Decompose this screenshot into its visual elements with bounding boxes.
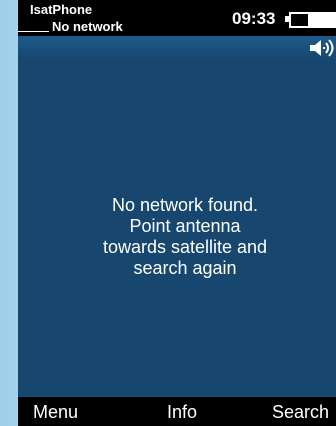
message-line: towards satellite and: [102, 237, 268, 257]
phone-ui-page: IsatPhone No network 09:33 No network fo…: [0, 0, 336, 426]
network-status: No network: [52, 19, 123, 34]
phone-screen: IsatPhone No network 09:33 No network fo…: [18, 0, 336, 426]
speaker-volume-icon: [310, 39, 334, 57]
status-bar: IsatPhone No network 09:33: [18, 0, 336, 36]
operator-name: IsatPhone: [30, 2, 93, 17]
battery-body: [289, 12, 336, 28]
battery-fill: [308, 14, 336, 26]
message-line: Point antenna: [129, 216, 241, 236]
message-line: search again: [133, 258, 237, 278]
menu-softkey[interactable]: Menu: [33, 401, 78, 423]
battery-icon: [285, 12, 336, 28]
softkey-bar: Menu Info Search: [18, 397, 336, 426]
no-network-message: No network found. Point antenna towards …: [50, 195, 320, 279]
info-softkey[interactable]: Info: [167, 401, 197, 423]
clock: 09:33: [232, 9, 276, 28]
search-softkey[interactable]: Search: [272, 401, 329, 423]
screen-header-band: [18, 36, 336, 61]
signal-indicator-line: [18, 31, 49, 32]
message-line: No network found.: [111, 195, 259, 215]
